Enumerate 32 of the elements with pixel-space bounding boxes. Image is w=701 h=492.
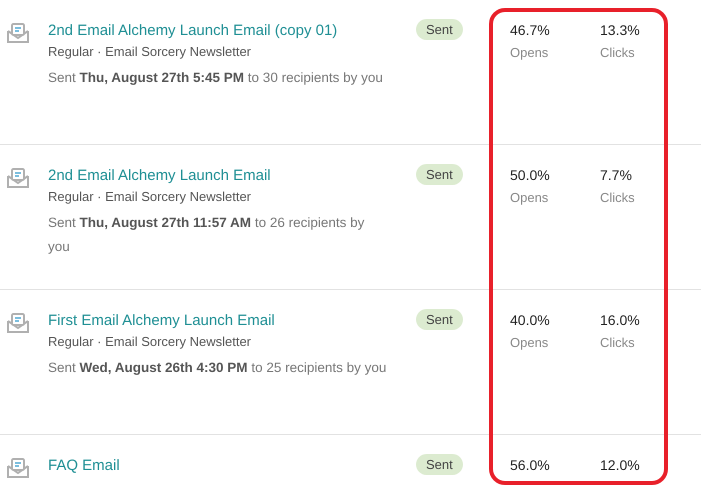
campaign-title-link[interactable]: 2nd Email Alchemy Launch Email (copy 01) bbox=[48, 20, 388, 42]
clicks-label: Clicks bbox=[600, 189, 636, 207]
clicks-rate: 12.0% bbox=[600, 456, 641, 475]
status-badge: Sent bbox=[416, 309, 463, 330]
sent-details-text: Sent Thu, August 27th 5:45 PM to 30 recipients by you bbox=[48, 69, 384, 87]
opens-label: Opens bbox=[510, 334, 550, 352]
status-badge: Sent bbox=[416, 454, 463, 475]
envelope-icon bbox=[6, 312, 30, 334]
clicks-label: Clicks bbox=[600, 334, 636, 352]
campaign-title-link[interactable]: First Email Alchemy Launch Email bbox=[48, 310, 388, 332]
sent-details-text: Sent Wed, August 26th 4:30 PM to 25 recipients by you bbox=[48, 359, 388, 377]
opens-rate: 50.0% bbox=[510, 166, 551, 185]
campaign-title-link[interactable]: 2nd Email Alchemy Launch Email bbox=[48, 165, 388, 187]
status-badge: Sent bbox=[416, 164, 463, 185]
campaign-title-link[interactable]: FAQ Email bbox=[48, 455, 388, 477]
clicks-rate: 7.7% bbox=[600, 166, 633, 185]
envelope-icon bbox=[6, 167, 30, 189]
campaign-type-text: Regular · Email Sorcery Newsletter bbox=[48, 188, 252, 206]
sent-details-text: Sent Thu, August 27th 11:57 AM to 26 recipients by you bbox=[48, 214, 366, 256]
opens-rate: 40.0% bbox=[510, 311, 551, 330]
opens-rate: 56.0% bbox=[510, 456, 551, 475]
clicks-rate: 16.0% bbox=[600, 311, 641, 330]
opens-label: Opens bbox=[510, 44, 550, 62]
campaign-type-text: Regular · Email Sorcery Newsletter bbox=[48, 333, 252, 351]
envelope-icon bbox=[6, 457, 30, 479]
opens-rate: 46.7% bbox=[510, 21, 551, 40]
status-badge: Sent bbox=[416, 19, 463, 40]
opens-label: Opens bbox=[510, 189, 550, 207]
clicks-label: Clicks bbox=[600, 44, 636, 62]
envelope-icon bbox=[6, 22, 30, 44]
clicks-rate: 13.3% bbox=[600, 21, 641, 40]
campaign-type-text: Regular · Email Sorcery Newsletter bbox=[48, 43, 252, 61]
